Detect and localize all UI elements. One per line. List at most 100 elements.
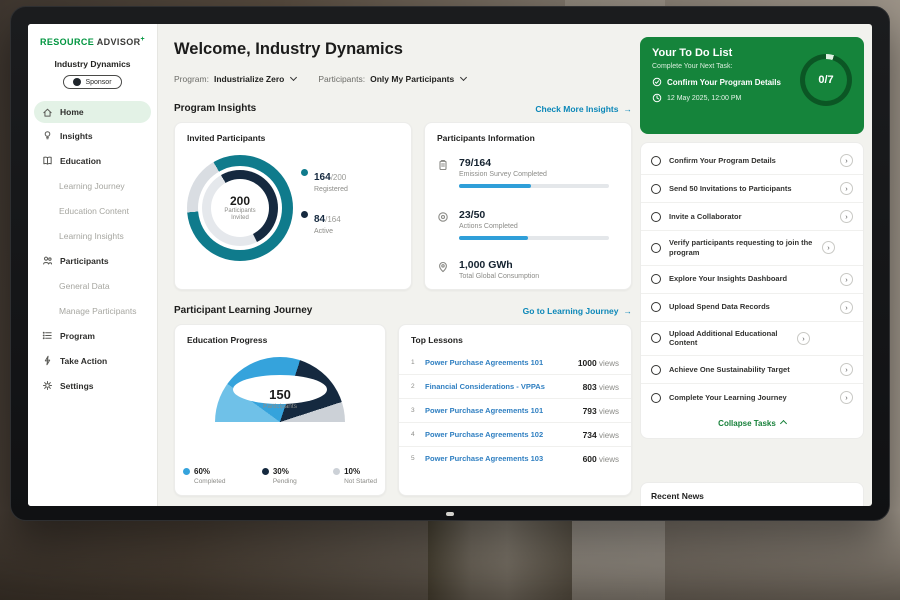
lesson-list: 1 Power Purchase Agreements 101 1000 vie… — [399, 351, 631, 470]
chevron-right-icon[interactable] — [840, 154, 853, 167]
lesson-views-label: views — [599, 407, 619, 416]
chevron-right-icon[interactable] — [840, 301, 853, 314]
task-checkbox[interactable] — [651, 302, 661, 312]
lesson-title-link[interactable]: Power Purchase Agreements 102 — [425, 430, 583, 439]
legend-value: 30% — [273, 467, 289, 476]
task-row[interactable]: Send 50 Invitations to Participants — [641, 175, 863, 203]
app-logo: RESOURCE ADVISOR+ — [28, 24, 157, 47]
task-row[interactable]: Upload Spend Data Records — [641, 294, 863, 322]
lesson-rank: 3 — [411, 407, 425, 414]
lesson-rank: 5 — [411, 455, 425, 462]
sidebar-item-education-content[interactable]: Education Content — [28, 198, 157, 223]
legend-total: /200 — [331, 173, 347, 182]
lesson-views-value: 734 — [583, 430, 597, 440]
lesson-row[interactable]: 1 Power Purchase Agreements 101 1000 vie… — [399, 351, 631, 375]
legend-dot-navy — [301, 211, 308, 218]
stat-value: 79/164 — [459, 157, 619, 169]
sidebar-item-take-action[interactable]: Take Action — [28, 348, 157, 373]
stat-global-consumption: 1,000 GWh Total Global Consumption — [437, 259, 619, 280]
task-row[interactable]: Achieve One Sustainability Target — [641, 356, 863, 384]
task-row[interactable]: Confirm Your Program Details — [641, 147, 863, 175]
sidebar-item-participants[interactable]: Participants — [28, 248, 157, 273]
chevron-right-icon[interactable] — [822, 241, 835, 254]
task-checkbox[interactable] — [651, 274, 661, 284]
lesson-title-link[interactable]: Power Purchase Agreements 101 — [425, 406, 583, 415]
task-checkbox[interactable] — [651, 393, 661, 403]
background-floor-shadow — [0, 510, 900, 600]
task-row[interactable]: Verify participants requesting to join t… — [641, 231, 863, 266]
lesson-views-value: 793 — [583, 406, 597, 416]
participants-select-label: Participants: — [318, 74, 365, 84]
chevron-right-icon[interactable] — [797, 332, 810, 345]
participants-select[interactable]: Participants: Only My Participants — [318, 74, 466, 84]
legend-total: /164 — [325, 215, 341, 224]
program-select[interactable]: Program: Industrialize Zero — [174, 74, 296, 84]
task-label: Send 50 Invitations to Participants — [669, 184, 832, 194]
lesson-views-label: views — [599, 359, 619, 368]
lesson-row[interactable]: 4 Power Purchase Agreements 102 734 view… — [399, 423, 631, 447]
top-lessons-card: Top Lessons 1 Power Purchase Agreements … — [398, 324, 632, 496]
legend-value: 10% — [344, 467, 360, 476]
stat-value: 1,000 GWh — [459, 259, 619, 271]
chevron-right-icon[interactable] — [840, 391, 853, 404]
sidebar-item-label: Learning Journey — [59, 181, 125, 191]
task-checkbox[interactable] — [651, 212, 661, 222]
legend-item-registered: 164/200 Registered — [301, 167, 348, 193]
task-checkbox[interactable] — [651, 156, 661, 166]
sidebar-item-settings[interactable]: Settings — [28, 373, 157, 398]
sidebar-item-home[interactable]: Home — [34, 101, 151, 123]
go-to-learning-journey-link[interactable]: Go to Learning Journey — [523, 306, 632, 316]
chevron-right-icon[interactable] — [840, 273, 853, 286]
gauge-center: 150 Participants — [175, 387, 385, 410]
sidebar: RESOURCE ADVISOR+ Industry Dynamics Spon… — [28, 24, 158, 506]
list-icon — [41, 330, 53, 342]
lesson-views-value: 803 — [583, 382, 597, 392]
task-checkbox[interactable] — [651, 243, 661, 253]
stat-label: Total Global Consumption — [459, 273, 619, 280]
task-row[interactable]: Invite a Collaborator — [641, 203, 863, 231]
todo-due-label: 12 May 2025, 12:00 PM — [667, 95, 741, 102]
sidebar-item-learning-insights[interactable]: Learning Insights — [28, 223, 157, 248]
sidebar-item-education[interactable]: Education — [28, 148, 157, 173]
check-circle-icon — [652, 77, 662, 87]
dashboard-screen: RESOURCE ADVISOR+ Industry Dynamics Spon… — [28, 24, 872, 506]
task-label: Complete Your Learning Journey — [669, 393, 832, 403]
card-title: Participants Information — [425, 123, 631, 143]
todo-progress-ring: 0/7 — [800, 54, 852, 106]
sponsor-icon — [73, 78, 81, 86]
sidebar-item-learning-journey[interactable]: Learning Journey — [28, 173, 157, 198]
lightning-icon — [41, 355, 53, 367]
legend-value: 84 — [314, 214, 325, 225]
lesson-row[interactable]: 5 Power Purchase Agreements 103 600 view… — [399, 447, 631, 470]
sidebar-item-general-data[interactable]: General Data — [28, 273, 157, 298]
lesson-row[interactable]: 3 Power Purchase Agreements 101 793 view… — [399, 399, 631, 423]
task-checkbox[interactable] — [651, 333, 661, 343]
lesson-title-link[interactable]: Power Purchase Agreements 103 — [425, 454, 583, 463]
lesson-title-link[interactable]: Power Purchase Agreements 101 — [425, 358, 578, 367]
chevron-up-icon — [780, 420, 787, 427]
sidebar-item-program[interactable]: Program — [28, 323, 157, 348]
task-checkbox[interactable] — [651, 365, 661, 375]
lesson-title-link[interactable]: Financial Considerations - VPPAs — [425, 382, 583, 391]
chevron-right-icon[interactable] — [840, 182, 853, 195]
lesson-row[interactable]: 2 Financial Considerations - VPPAs 803 v… — [399, 375, 631, 399]
legend-label: Not Started — [333, 478, 377, 485]
chevron-right-icon[interactable] — [840, 363, 853, 376]
participants-select-value: Only My Participants — [370, 74, 454, 84]
org-name: Industry Dynamics — [28, 59, 157, 69]
collapse-tasks-button[interactable]: Collapse Tasks — [641, 411, 863, 434]
lesson-views-value: 1000 — [578, 358, 597, 368]
task-row[interactable]: Explore Your Insights Dashboard — [641, 266, 863, 294]
sidebar-item-manage-participants[interactable]: Manage Participants — [28, 298, 157, 323]
invited-participants-card: Invited Participants 200 Participants In… — [174, 122, 412, 290]
task-row[interactable]: Complete Your Learning Journey — [641, 384, 863, 411]
task-checkbox[interactable] — [651, 184, 661, 194]
sponsor-badge[interactable]: Sponsor — [63, 75, 121, 89]
sidebar-item-insights[interactable]: Insights — [28, 123, 157, 148]
task-row[interactable]: Upload Additional Educational Content — [641, 322, 863, 357]
filter-bar: Program: Industrialize Zero Participants… — [174, 74, 466, 84]
check-more-insights-link[interactable]: Check More Insights — [535, 104, 632, 114]
chevron-right-icon[interactable] — [840, 210, 853, 223]
task-label: Verify participants requesting to join t… — [669, 238, 814, 258]
stat-emission-survey: 79/164 Emission Survey Completed — [437, 157, 619, 188]
